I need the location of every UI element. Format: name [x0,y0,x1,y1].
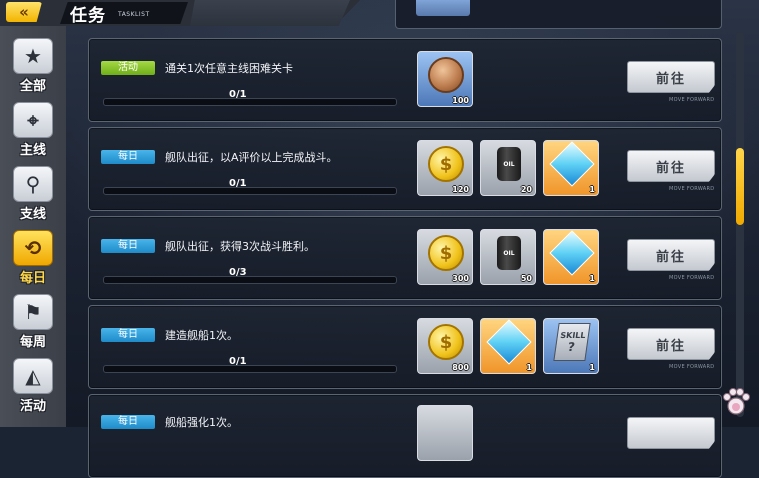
calendar-star-icon: ★ [13,38,53,74]
reward-quantity: 50 [520,274,532,283]
reward-quantity: 1 [589,274,595,283]
reward-item[interactable]: $ 800 [417,318,473,374]
reward-list: 100 [417,51,473,107]
reward-item[interactable]: 100 [417,51,473,107]
blue-cube-icon [549,230,595,276]
gold-coin-icon: $ [428,235,464,271]
reward-list: $ 800 1 SKILL ? 1 [417,318,599,374]
progress-bar [103,98,397,106]
go-button[interactable]: 前往 [627,239,715,271]
progress-bar [103,365,397,373]
oil-barrel-icon: OIL [497,236,521,270]
medal-icon [428,57,464,93]
task-card: 每日 舰队出征，以A评价以上完成战斗。 0/1 $ 120 OIL 20 1 前… [88,127,722,211]
reward-item[interactable]: SKILL ? 1 [543,318,599,374]
previous-task-card-peek [395,0,722,29]
tab-side[interactable]: ⚲ 支线 [10,166,56,222]
reward-list: $ 120 OIL 20 1 [417,140,599,196]
task-description: 舰船强化1次。 [165,416,238,429]
scrollbar-thumb[interactable] [736,148,744,225]
reward-quantity: 1 [589,185,595,194]
go-button[interactable]: 前往 [627,150,715,182]
page-title: 任务 [70,6,106,26]
task-description: 通关1次任意主线困难关卡 [165,62,293,75]
task-tag: 每日 [101,328,155,342]
reward-quantity: 20 [520,185,532,194]
task-tag: 活动 [101,61,155,75]
scrollbar[interactable] [736,32,744,417]
task-description: 舰队出征，以A评价以上完成战斗。 [165,151,338,164]
go-button-subtitle: MOVE FORWARD [669,275,715,281]
tab-label: 主线 [19,143,46,158]
task-card: 活动 通关1次任意主线困难关卡 0/1 100 前往 MOVE FORWARD [88,38,722,122]
task-card: 每日 建造舰船1次。 0/1 $ 800 1 SKILL ? 1 前往 MOVE… [88,305,722,389]
task-card: 每日 舰队出征，获得3次战斗胜利。 0/3 $ 300 OIL 50 1 前往 … [88,216,722,300]
bell-icon: ◭ [13,358,53,394]
gold-coin-icon: $ [428,146,464,182]
sidebar: ★ 全部 ⌖ 主线 ⚲ 支线 ⟲ 每日 ⚑ 每周 ◭ 活动 [0,26,66,427]
gold-coin-icon: $ [428,324,464,360]
reward-quantity: 800 [452,363,469,372]
progress-bar [103,276,397,284]
task-description: 建造舰船1次。 [165,329,238,342]
tab-all[interactable]: ★ 全部 [10,38,56,94]
tab-main[interactable]: ⌖ 主线 [10,102,56,158]
reward-item[interactable]: 1 [543,229,599,285]
reward-item[interactable]: OIL 20 [480,140,536,196]
reward-quantity: 100 [452,96,469,105]
reward-item[interactable]: $ 120 [417,140,473,196]
tab-weekly[interactable]: ⚑ 每周 [10,294,56,350]
paw-icon[interactable] [718,382,754,420]
reward-list: $ 300 OIL 50 1 [417,229,599,285]
reward-quantity: 1 [589,363,595,372]
reward-list [417,405,473,461]
tab-label: 每日 [19,271,46,286]
go-button-subtitle: MOVE FORWARD [669,97,715,103]
reward-item[interactable]: OIL 50 [480,229,536,285]
flag-icon: ⚑ [13,294,53,330]
skill-book-label: SKILL [559,330,587,340]
branch-pins-icon: ⚲ [13,166,53,202]
tab-daily[interactable]: ⟲ 每日 [10,230,56,286]
question-mark-icon: ? [566,339,576,354]
reward-quantity: 120 [452,185,469,194]
tab-label: 全部 [19,79,46,94]
page-subtitle: TASKLIST [118,11,150,18]
map-pin-icon: ⌖ [13,102,53,138]
reward-item-peek [416,0,470,16]
go-button-subtitle: MOVE FORWARD [669,364,715,370]
progress-bar [103,187,397,195]
reward-item[interactable]: 1 [480,318,536,374]
go-button[interactable]: 前往 [627,328,715,360]
tab-label: 支线 [19,207,46,222]
header-stripe [190,0,350,26]
clock-refresh-icon: ⟲ [13,230,53,266]
oil-barrel-icon: OIL [497,147,521,181]
reward-quantity: 1 [526,363,532,372]
go-button[interactable]: 前往 [627,61,715,93]
tab-label: 每周 [19,335,46,350]
blue-cube-icon [486,319,532,365]
go-button[interactable] [627,417,715,449]
reward-item[interactable] [417,405,473,461]
task-card: 每日 舰船强化1次。 [88,394,722,478]
go-button-subtitle: MOVE FORWARD [669,186,715,192]
back-button[interactable]: « [6,2,42,22]
blue-cube-icon [549,141,595,187]
reward-item[interactable]: 1 [543,140,599,196]
task-description: 舰队出征，获得3次战斗胜利。 [165,240,315,253]
double-chevron-left-icon: « [19,3,29,21]
tab-event[interactable]: ◭ 活动 [10,358,56,414]
reward-quantity: 300 [452,274,469,283]
reward-item[interactable]: $ 300 [417,229,473,285]
task-tag: 每日 [101,239,155,253]
task-tag: 每日 [101,150,155,164]
tab-label: 活动 [19,399,46,414]
skill-book-icon: SKILL ? [553,323,591,361]
